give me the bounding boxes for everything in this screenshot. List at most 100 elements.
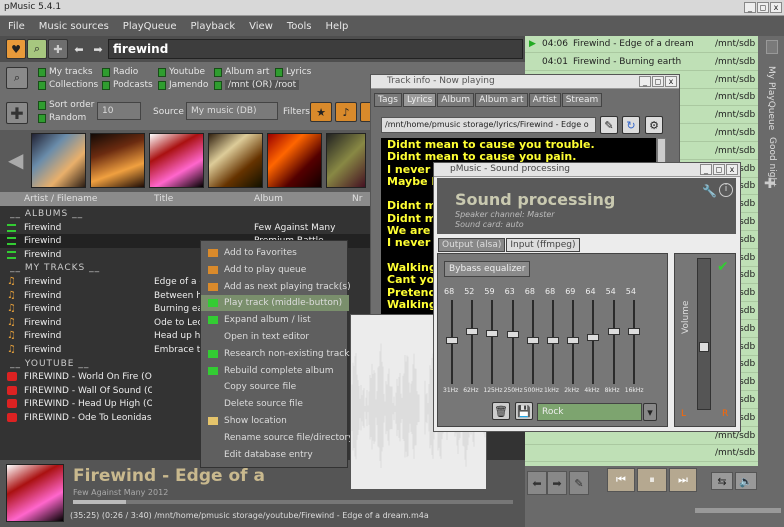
trash-icon[interactable]: 🗑	[492, 402, 510, 420]
queue-row[interactable]: ▶ 04:06 Firewind - Edge of a dream/mnt/sdb	[525, 36, 758, 53]
music-filter-icon[interactable]: ♪	[335, 102, 357, 122]
filter-path[interactable]: /mnt (OR) /root	[214, 80, 300, 90]
eq-slider[interactable]	[627, 300, 640, 384]
eq-slider-knob[interactable]	[567, 337, 580, 344]
eq-slider[interactable]	[587, 300, 600, 384]
bypass-equalizer-button[interactable]: Bybass equalizer	[444, 261, 531, 277]
volume-meter[interactable]	[697, 258, 711, 410]
album-cover[interactable]	[208, 133, 263, 188]
album-cover[interactable]	[90, 133, 145, 188]
tab-album[interactable]: Album	[437, 93, 475, 107]
search-icon[interactable]: ⌕	[6, 67, 28, 89]
edit-icon[interactable]: ✎	[600, 116, 618, 134]
queue-row[interactable]: /mnt/sdb	[525, 445, 758, 463]
context-menu-item[interactable]: Delete source file	[201, 396, 349, 412]
random-toggle[interactable]: Random	[38, 113, 86, 123]
filter-radio[interactable]: Radio	[102, 67, 138, 77]
close-button[interactable]: x	[726, 164, 738, 175]
add-icon[interactable]: ✚	[6, 102, 28, 124]
tab-output[interactable]: Output (alsa)	[438, 238, 506, 252]
eq-slider[interactable]	[567, 300, 580, 384]
volume-knob[interactable]	[699, 342, 709, 352]
minimize-button[interactable]: _	[639, 76, 651, 87]
filter-album-art[interactable]: Album art	[214, 67, 269, 77]
context-menu-item[interactable]: Add to play queue	[201, 262, 349, 278]
eq-slider[interactable]	[446, 300, 458, 384]
context-menu-item[interactable]: Research non-existing tracks	[201, 346, 354, 362]
eq-slider-knob[interactable]	[526, 337, 539, 344]
puzzle-icon[interactable]: ✚	[48, 39, 68, 59]
maximize-button[interactable]: ◻	[757, 2, 769, 13]
menu-playback[interactable]: Playback	[191, 21, 236, 32]
eq-slider-knob[interactable]	[587, 334, 600, 341]
menu-playqueue[interactable]: PlayQueue	[123, 21, 177, 32]
close-button[interactable]: x	[665, 76, 677, 87]
eq-slider-knob[interactable]	[627, 328, 640, 335]
context-menu-item[interactable]: Add as next playing track(s)	[201, 279, 351, 295]
minimize-button[interactable]: _	[744, 2, 756, 13]
tab-stream[interactable]: Stream	[561, 93, 603, 107]
context-menu-item[interactable]: Add to Favorites	[201, 245, 349, 261]
context-menu-item[interactable]: Expand album / list	[201, 312, 349, 328]
wrench-icon[interactable]: 🔧	[702, 184, 717, 198]
eq-slider-knob[interactable]	[607, 328, 620, 335]
filter-jamendo[interactable]: Jamendo	[158, 80, 208, 90]
filter-my-tracks[interactable]: My tracks	[38, 67, 93, 77]
filter-lyrics[interactable]: Lyrics	[275, 67, 311, 77]
eq-slider-knob[interactable]	[547, 337, 559, 344]
refresh-icon[interactable]: ↻	[622, 116, 640, 134]
eq-slider-knob[interactable]	[506, 331, 519, 338]
context-menu-item[interactable]: Play track (middle-button)	[201, 295, 349, 312]
menu-file[interactable]: File	[8, 21, 25, 32]
album-cover[interactable]	[326, 133, 366, 188]
minimize-button[interactable]: _	[700, 164, 712, 175]
save-icon[interactable]: 💾	[515, 402, 533, 420]
menu-music-sources[interactable]: Music sources	[39, 21, 109, 32]
scroll-up-icon[interactable]	[766, 40, 778, 54]
filter-podcasts[interactable]: Podcasts	[102, 80, 153, 90]
menu-view[interactable]: View	[249, 21, 273, 32]
eq-slider[interactable]	[607, 300, 620, 384]
lyrics-path-field[interactable]: /mnt/home/pmusic storage/lyrics/Firewind…	[381, 117, 596, 133]
star-filter-icon[interactable]: ★	[310, 102, 332, 122]
heart-icon[interactable]: ♥	[6, 39, 26, 59]
filter-youtube[interactable]: Youtube	[158, 67, 205, 77]
pause-button[interactable]: ⏸	[637, 468, 667, 492]
menu-help[interactable]: Help	[326, 21, 349, 32]
col-title[interactable]: Title	[154, 194, 173, 204]
next-button[interactable]: ⏭	[669, 468, 697, 492]
eq-slider[interactable]	[547, 300, 559, 384]
album-cover[interactable]	[149, 133, 204, 188]
queue-row[interactable]: 04:01 Firewind - Burning earth/mnt/sdb	[525, 54, 758, 71]
context-menu-item[interactable]: Edit database entry	[201, 447, 349, 463]
sort-order-toggle[interactable]: Sort order	[38, 100, 94, 110]
info-icon[interactable]: i	[719, 183, 733, 197]
progress-track[interactable]	[73, 500, 513, 504]
eq-slider-knob[interactable]	[446, 337, 458, 344]
close-button[interactable]: x	[770, 2, 782, 13]
eq-slider[interactable]	[506, 300, 519, 384]
settings-icon[interactable]: ⚙	[645, 116, 663, 134]
context-menu-item[interactable]: Show location	[201, 413, 349, 429]
search-input[interactable]: firewind	[108, 39, 523, 59]
context-menu-item[interactable]: Rename source file/directory	[201, 430, 354, 446]
maximize-button[interactable]: ◻	[652, 76, 664, 87]
col-artist[interactable]: Artist / Filename	[24, 194, 97, 204]
back-arrow-icon[interactable]: ⬅	[527, 471, 547, 495]
search-mode-icon[interactable]: ⌕	[27, 39, 47, 59]
context-menu-item[interactable]: Copy source file	[201, 379, 349, 395]
tab-album-art[interactable]: Album art	[475, 93, 528, 107]
previous-button[interactable]: ⏮	[607, 468, 635, 492]
broom-icon[interactable]: ✎	[569, 471, 589, 495]
eq-slider[interactable]	[466, 300, 479, 384]
volume-icon[interactable]: 🔈	[735, 472, 757, 490]
tab-tags[interactable]: Tags	[374, 93, 402, 107]
chevron-left-icon[interactable]: ◀	[8, 148, 23, 172]
context-menu-item[interactable]: Rebuild complete album	[201, 363, 349, 379]
source-select[interactable]: My music (DB)	[186, 102, 278, 120]
chevron-down-icon[interactable]: ▾	[643, 403, 657, 421]
eq-slider[interactable]	[486, 300, 499, 384]
menu-tools[interactable]: Tools	[287, 21, 312, 32]
eq-slider-knob[interactable]	[486, 330, 499, 337]
tab-my-playqueue[interactable]: My PlayQueue	[766, 66, 776, 136]
